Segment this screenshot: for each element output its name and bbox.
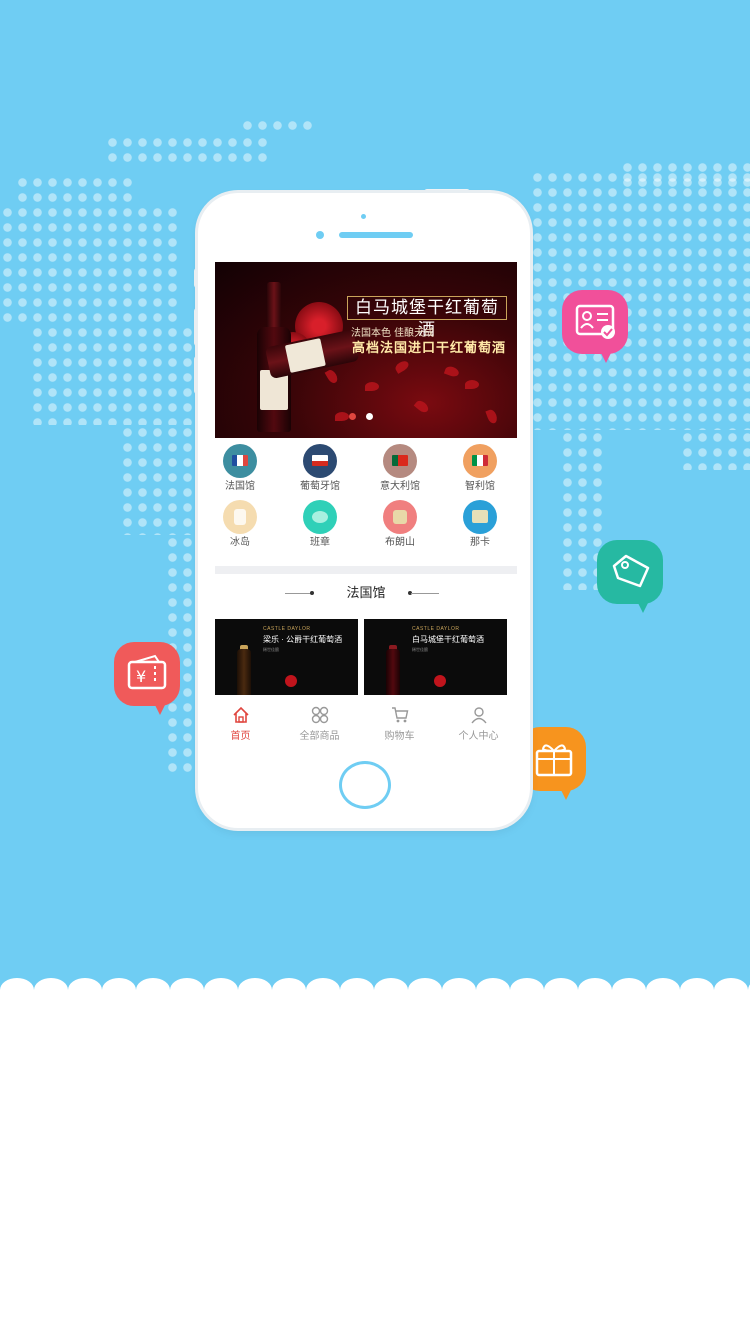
user-icon bbox=[470, 707, 487, 724]
tag-badge bbox=[597, 540, 663, 613]
bottom-area bbox=[0, 995, 750, 1334]
bottom-tab-bar: 首页 全部商品 购物车 个人中心 bbox=[215, 702, 517, 750]
svg-text:¥: ¥ bbox=[136, 667, 146, 686]
section-title: 法国馆 bbox=[346, 585, 386, 600]
gift-icon bbox=[535, 744, 573, 777]
app-screen: 白马城堡干红葡萄酒 法国本色 佳酿天成 高档法国进口干红葡萄酒 法国馆 葡萄牙馆 bbox=[215, 262, 517, 750]
category-france[interactable]: 法国馆 bbox=[215, 444, 273, 498]
category-portugal[interactable]: 葡萄牙馆 bbox=[287, 444, 353, 498]
banner-title: 白马城堡干红葡萄酒 bbox=[347, 296, 507, 339]
product-list: CASTLE DAYLOR 梁乐 · 公爵干红葡萄酒 稀世佳酿 CASTLE D… bbox=[215, 619, 517, 695]
category-bulangshan[interactable]: 布朗山 bbox=[367, 500, 433, 554]
category-grid: 法国馆 葡萄牙馆 意大利馆 智利馆 冰岛 班章 布朗山 那卡 bbox=[215, 442, 517, 557]
banner-subtitle: 法国本色 佳酿天成 bbox=[351, 328, 435, 339]
tab-home[interactable]: 首页 bbox=[215, 706, 278, 746]
section-divider bbox=[215, 566, 517, 574]
iceland-icon bbox=[223, 500, 257, 534]
promo-banner[interactable]: 白马城堡干红葡萄酒 法国本色 佳酿天成 高档法国进口干红葡萄酒 bbox=[215, 262, 517, 438]
category-chile[interactable]: 智利馆 bbox=[447, 444, 513, 498]
id-card-icon bbox=[575, 304, 615, 339]
phone-home-button bbox=[339, 761, 391, 809]
tab-cart[interactable]: 购物车 bbox=[362, 706, 437, 746]
teapot-icon bbox=[303, 500, 337, 534]
category-banzhang[interactable]: 班章 bbox=[287, 500, 353, 554]
coupon-icon: ¥ bbox=[127, 654, 167, 690]
product-card[interactable]: CASTLE DAYLOR 梁乐 · 公爵干红葡萄酒 稀世佳酿 bbox=[215, 619, 358, 695]
product-title: 白马城堡干红葡萄酒 bbox=[412, 635, 484, 644]
tab-profile[interactable]: 个人中心 bbox=[441, 706, 516, 746]
phone-sensor bbox=[361, 214, 366, 219]
phone-mockup: 白马城堡干红葡萄酒 法国本色 佳酿天成 高档法国进口干红葡萄酒 法国馆 葡萄牙馆 bbox=[198, 193, 530, 828]
italy-flag-icon bbox=[463, 444, 497, 478]
cart-icon bbox=[391, 707, 408, 723]
carousel-dot[interactable] bbox=[349, 413, 356, 420]
product-card[interactable]: CASTLE DAYLOR 白马城堡干红葡萄酒 稀世佳酿 bbox=[364, 619, 507, 695]
carousel-dot[interactable] bbox=[366, 413, 373, 420]
tea-box-icon bbox=[463, 500, 497, 534]
tea-icon bbox=[383, 500, 417, 534]
category-iceland[interactable]: 冰岛 bbox=[215, 500, 273, 554]
phone-speaker bbox=[339, 232, 413, 238]
phone-camera bbox=[316, 231, 324, 239]
id-card-badge bbox=[562, 290, 628, 363]
france-flag-icon bbox=[223, 444, 257, 478]
tag-icon bbox=[612, 554, 650, 588]
tab-all-products[interactable]: 全部商品 bbox=[282, 706, 357, 746]
grid-icon bbox=[311, 706, 328, 724]
product-title: 梁乐 · 公爵干红葡萄酒 bbox=[263, 635, 343, 644]
coupon-badge: ¥ bbox=[114, 642, 180, 715]
category-naka[interactable]: 那卡 bbox=[447, 500, 513, 554]
category-italy[interactable]: 意大利馆 bbox=[367, 444, 433, 498]
chile-flag-icon bbox=[303, 444, 337, 478]
section-header: 法国馆 bbox=[215, 582, 517, 604]
portugal-flag-icon bbox=[383, 444, 417, 478]
home-icon bbox=[232, 706, 249, 723]
banner-tagline: 高档法国进口干红葡萄酒 bbox=[351, 340, 506, 355]
